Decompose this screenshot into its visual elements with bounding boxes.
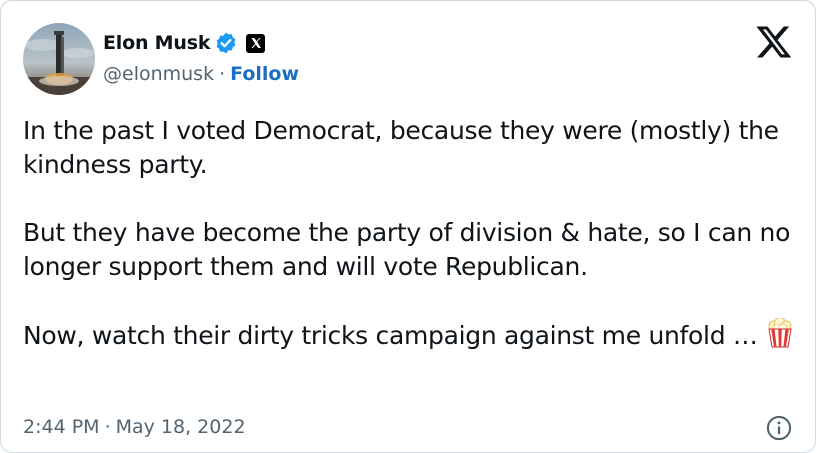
user-block: Elon Musk @elonmusk · Follow [103,29,299,87]
tweet-text: In the past I voted Democrat, because th… [23,114,798,353]
x-affiliate-badge-icon[interactable] [246,33,266,53]
tweet-paragraph-3-text: Now, watch their dirty tricks campaign a… [23,321,758,350]
avatar-image [23,23,95,95]
display-name[interactable]: Elon Musk [103,32,210,54]
tweet-paragraph-1: In the past I voted Democrat, because th… [23,116,787,179]
info-icon[interactable] [765,414,793,442]
handle-row: @elonmusk · Follow [103,61,299,87]
user-handle[interactable]: @elonmusk [103,63,214,85]
tweet-card: Elon Musk @elonmusk · Follow In the past… [0,0,816,453]
avatar[interactable] [23,23,95,95]
timestamp-row: 2:44 PM · May 18, 2022 [23,416,246,438]
follow-button[interactable]: Follow [230,63,299,85]
tweet-paragraph-3: Now, watch their dirty tricks campaign a… [23,317,798,353]
name-row: Elon Musk [103,29,299,57]
tweet-time[interactable]: 2:44 PM [23,416,100,438]
timestamp-separator: · [104,416,111,438]
tweet-header: Elon Musk @elonmusk · Follow [23,23,793,95]
x-logo-icon[interactable] [755,23,793,61]
popcorn-icon [766,317,794,348]
verified-check-icon [214,31,238,55]
tweet-paragraph-2: But they have become the party of divisi… [23,218,798,281]
tweet-date[interactable]: May 18, 2022 [116,416,246,438]
handle-separator: · [219,63,226,85]
